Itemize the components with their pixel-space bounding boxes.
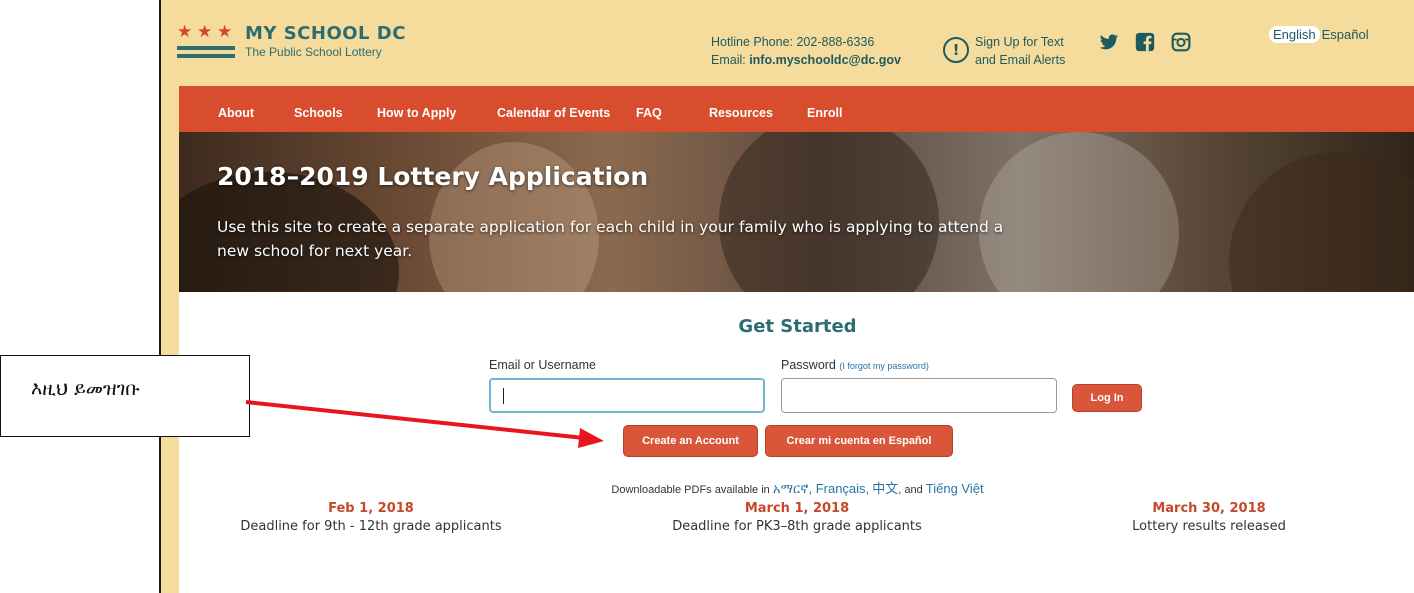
create-account-spanish-button[interactable]: Crear mi cuenta en Español [765, 425, 953, 457]
star-icon: ★ [197, 22, 213, 42]
annotation-callout: እዚህ ይመዝገቡ [0, 355, 250, 437]
hero-subtitle: Use this site to create a separate appli… [217, 218, 1004, 260]
get-started-heading: Get Started [738, 316, 857, 337]
main-panel: About Schools How to Apply Calendar of E… [179, 86, 1414, 593]
hero-title: 2018–2019 Lottery Application [217, 162, 649, 191]
facebook-icon[interactable] [1135, 32, 1155, 52]
nav-how-to-apply[interactable]: How to Apply [377, 86, 456, 132]
alerts-line-2: and Email Alerts [975, 53, 1066, 67]
lang-english-link[interactable]: English [1269, 26, 1320, 43]
logo-stripe [177, 54, 235, 58]
lang-spanish-link[interactable]: Español [1322, 27, 1369, 42]
password-label: Password [781, 358, 836, 372]
email-line: Email: info.myschooldc@dc.gov [711, 51, 901, 69]
site-logo[interactable]: ★ ★ ★ MY SCHOOL DC The Public School Lot… [177, 24, 417, 64]
create-account-button[interactable]: Create an Account [623, 425, 758, 457]
deadline-date: Feb 1, 2018 [328, 501, 414, 516]
contact-info: Hotline Phone: 202-888-6336 Email: info.… [711, 33, 901, 69]
email-input[interactable] [489, 378, 765, 413]
deadline-item: March 30, 2018 Lottery results released [1059, 500, 1359, 536]
deadline-item: March 1, 2018 Deadline for PK3–8th grade… [647, 500, 947, 536]
nav-resources[interactable]: Resources [709, 86, 773, 132]
pdf-link-vietnamese[interactable]: Tiếng Việt [926, 481, 984, 496]
hero-banner: 2018–2019 Lottery Application Use this s… [179, 132, 1414, 292]
alerts-line-1: Sign Up for Text [975, 35, 1064, 49]
forgot-password-link[interactable]: (I forgot my password) [839, 361, 929, 371]
hero-photo-shade [1229, 152, 1414, 292]
nav-faq[interactable]: FAQ [636, 86, 662, 132]
deadline-date: March 1, 2018 [744, 501, 850, 516]
logo-stripe [177, 46, 235, 50]
hero-photo-shade [719, 132, 939, 292]
logo-subtitle: The Public School Lottery [245, 45, 382, 59]
instagram-icon[interactable] [1171, 32, 1191, 52]
pdf-prefix: Downloadable PDFs available in [611, 484, 773, 496]
text-caret [503, 388, 504, 404]
nav-enroll[interactable]: Enroll [807, 86, 842, 132]
password-label-group: Password (I forgot my password) [781, 358, 929, 372]
twitter-icon[interactable] [1099, 32, 1119, 52]
deadline-description: Deadline for 9th - 12th grade applicants [240, 519, 502, 534]
pdf-downloads-line: Downloadable PDFs available in አማርኛ, Fra… [611, 481, 984, 496]
browser-frame: ★ ★ ★ MY SCHOOL DC The Public School Lot… [159, 0, 1414, 593]
pdf-link-amharic[interactable]: አማርኛ [773, 481, 809, 496]
email-label: Email or Username [489, 358, 596, 372]
pdf-and: , and [898, 484, 926, 496]
email-link[interactable]: info.myschooldc@dc.gov [749, 53, 901, 67]
alert-icon[interactable]: ! [943, 37, 969, 63]
star-icon: ★ [217, 22, 233, 42]
login-button[interactable]: Log In [1072, 384, 1142, 412]
pdf-link-chinese[interactable]: 中文 [872, 481, 898, 496]
hotline-text: Hotline Phone: 202-888-6336 [711, 35, 875, 49]
hero-photo-shade [979, 132, 1179, 292]
main-nav: About Schools How to Apply Calendar of E… [179, 86, 1414, 132]
logo-title: MY SCHOOL DC [245, 23, 406, 44]
language-switcher: English Español [1269, 26, 1369, 43]
deadline-item: Feb 1, 2018 Deadline for 9th - 12th grad… [221, 500, 521, 536]
deadline-description: Lottery results released [1132, 519, 1286, 534]
star-icon: ★ [177, 22, 193, 42]
nav-schools[interactable]: Schools [294, 86, 343, 132]
pdf-link-french[interactable]: Français, [816, 481, 869, 496]
nav-calendar-of-events[interactable]: Calendar of Events [497, 86, 610, 132]
nav-about[interactable]: About [218, 86, 254, 132]
email-prefix: Email: [711, 53, 750, 67]
deadline-description: Deadline for PK3–8th grade applicants [672, 519, 922, 534]
password-input[interactable] [781, 378, 1057, 413]
alerts-signup-link[interactable]: Sign Up for Text and Email Alerts [975, 33, 1065, 69]
deadline-date: March 30, 2018 [1152, 501, 1266, 516]
annotation-text: እዚህ ይመዝገቡ [31, 378, 140, 400]
